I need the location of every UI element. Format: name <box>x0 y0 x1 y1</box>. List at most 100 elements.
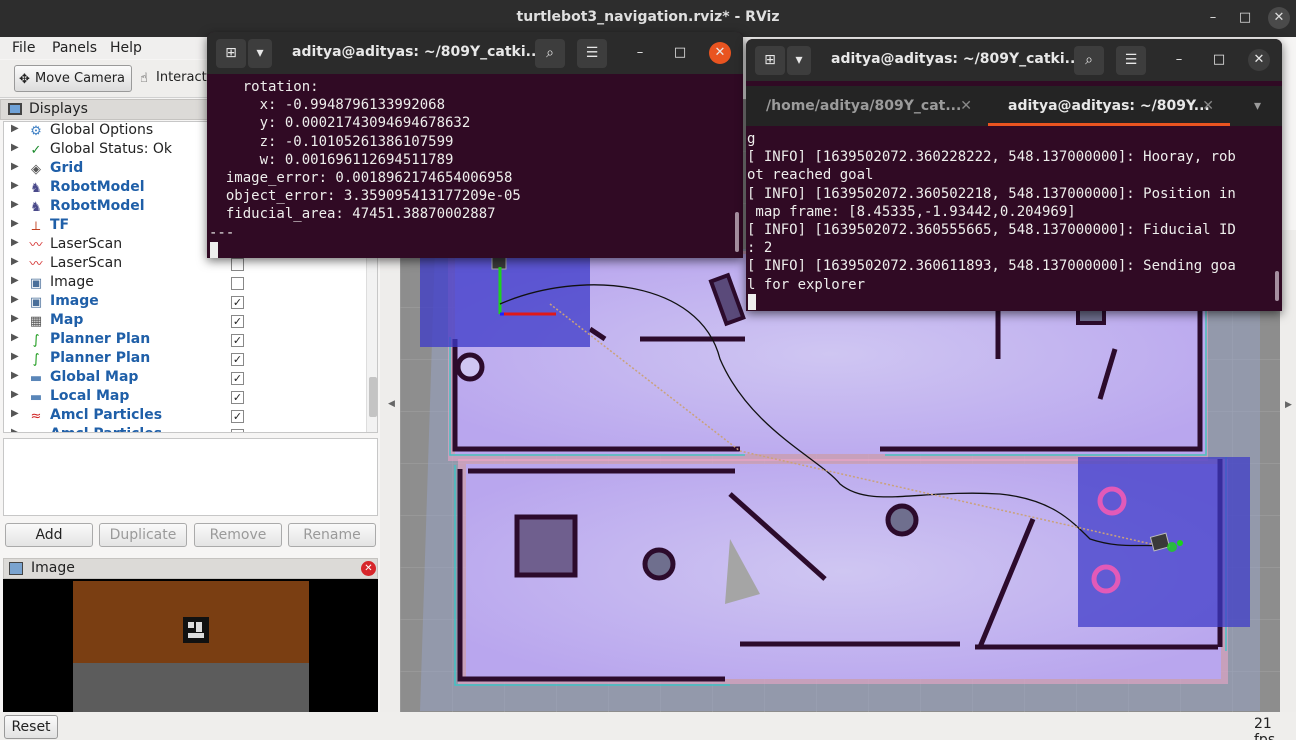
enable-checkbox[interactable]: ✓ <box>231 334 244 347</box>
enable-checkbox[interactable] <box>231 258 244 271</box>
expand-arrow-icon[interactable]: ▶ <box>11 408 19 419</box>
enable-checkbox[interactable]: ✓ <box>231 296 244 309</box>
terminal-window-2[interactable]: ⊞ ▾ aditya@adityas: ~/809Y_catki... ⌕ ☰ … <box>746 39 1282 311</box>
display-item-amcl-particles[interactable]: ▶ ≈ Amcl Particles ✓ <box>4 407 364 426</box>
terminal-1-scrollbar[interactable] <box>735 212 739 252</box>
expand-arrow-icon[interactable]: ▶ <box>11 199 19 210</box>
chevron-down-icon[interactable]: ▾ <box>248 39 272 68</box>
expand-arrow-icon[interactable]: ▶ <box>11 142 19 153</box>
collapse-right-icon[interactable]: ▶ <box>1285 400 1292 410</box>
expand-arrow-icon[interactable]: ▶ <box>11 275 19 286</box>
terminal-2-minimize-button[interactable]: – <box>1168 49 1190 71</box>
tab-aditya-809y[interactable]: aditya@adityas: ~/809Y... ✕ <box>988 86 1230 126</box>
menu-help[interactable]: Help <box>110 40 142 56</box>
enable-checkbox[interactable]: ✓ <box>231 372 244 385</box>
enable-checkbox[interactable]: ✓ <box>231 429 244 432</box>
expand-arrow-icon[interactable]: ▶ <box>11 370 19 381</box>
close-button[interactable]: ✕ <box>1268 7 1290 29</box>
expand-arrow-icon[interactable]: ▶ <box>11 332 19 343</box>
terminal-line: object_error: 3.359095413177209e-05 <box>209 188 521 205</box>
terminal-cursor <box>210 241 218 258</box>
display-item-label: RobotModel <box>50 179 145 195</box>
laser-icon: 〰 <box>29 257 43 272</box>
expand-arrow-icon[interactable]: ▶ <box>11 256 19 267</box>
expand-arrow-icon[interactable]: ▶ <box>11 218 19 229</box>
minimize-button[interactable]: – <box>1202 7 1224 29</box>
move-camera-button[interactable]: ✥ Move Camera <box>14 65 132 92</box>
display-item-image[interactable]: ▶ ▣ Image <box>4 274 364 293</box>
right-panel-splitter[interactable]: ▶ <box>1280 230 1296 712</box>
display-item-amcl-particles[interactable]: ▶ ≈ Amcl Particles ✓ <box>4 426 364 432</box>
display-item-label: Grid <box>50 160 84 176</box>
terminal-line: [ INFO] [1639502072.360611893, 548.13700… <box>747 258 1236 275</box>
close-tab-icon[interactable]: ✕ <box>1202 86 1214 126</box>
display-item-label: Global Map <box>50 369 139 385</box>
display-item-global-map[interactable]: ▶ ▬ Global Map ✓ <box>4 369 364 388</box>
image-icon <box>9 562 23 575</box>
add-button[interactable]: Add <box>5 523 93 547</box>
rename-button[interactable]: Rename <box>288 523 376 547</box>
terminal-1-minimize-button[interactable]: – <box>629 42 651 64</box>
terminal-line: image_error: 0.0018962174654006958 <box>209 170 513 187</box>
display-item-local-map[interactable]: ▶ ▬ Local Map ✓ <box>4 388 364 407</box>
search-icon[interactable]: ⌕ <box>535 39 565 68</box>
new-tab-icon[interactable]: ⊞ <box>216 39 246 68</box>
expand-arrow-icon[interactable]: ▶ <box>11 180 19 191</box>
enable-checkbox[interactable]: ✓ <box>231 391 244 404</box>
robot-icon: ♞ <box>30 181 42 196</box>
close-icon[interactable]: ✕ <box>361 561 376 576</box>
expand-arrow-icon[interactable]: ▶ <box>11 237 19 248</box>
display-item-label: Image <box>50 293 99 309</box>
reset-button[interactable]: Reset <box>4 715 58 739</box>
remove-button[interactable]: Remove <box>194 523 282 547</box>
collapse-left-icon[interactable]: ◀ <box>388 399 395 409</box>
terminal-2-scrollbar[interactable] <box>1275 271 1279 301</box>
display-item-planner-plan[interactable]: ▶ ∫ Planner Plan ✓ <box>4 331 364 350</box>
terminal-1-maximize-button[interactable]: □ <box>669 42 691 64</box>
maximize-button[interactable]: □ <box>1234 7 1256 29</box>
chevron-down-icon[interactable]: ▾ <box>787 46 811 75</box>
hamburger-menu-icon[interactable]: ☰ <box>577 39 607 68</box>
hamburger-menu-icon[interactable]: ☰ <box>1116 46 1146 75</box>
terminal-line: : 2 <box>747 240 773 257</box>
expand-arrow-icon[interactable]: ▶ <box>11 123 19 134</box>
scrollbar-thumb[interactable] <box>369 377 377 417</box>
display-item-map[interactable]: ▶ ▦ Map ✓ <box>4 312 364 331</box>
hand-pointer-icon: ☝ <box>140 71 148 86</box>
terminal-1-close-button[interactable]: ✕ <box>709 42 731 64</box>
enable-checkbox[interactable]: ✓ <box>231 353 244 366</box>
terminal-1-output[interactable]: rotation: x: -0.9948796133992068 y: 0.00… <box>209 78 743 258</box>
display-item-image[interactable]: ▶ ▣ Image ✓ <box>4 293 364 312</box>
menu-file[interactable]: File <box>12 40 35 56</box>
display-item-planner-plan[interactable]: ▶ ∫ Planner Plan ✓ <box>4 350 364 369</box>
tab-home-aditya[interactable]: /home/aditya/809Y_cat... ✕ <box>746 86 988 126</box>
close-tab-icon[interactable]: ✕ <box>960 86 972 126</box>
folder-icon: ▬ <box>29 390 43 405</box>
terminal-window-1[interactable]: ⊞ ▾ aditya@adityas: ~/809Y_catki... ⌕ ☰ … <box>207 32 743 258</box>
expand-arrow-icon[interactable]: ▶ <box>11 351 19 362</box>
interact-button[interactable]: ☝ Interact <box>136 65 207 92</box>
terminal-1-title: aditya@adityas: ~/809Y_catki... <box>292 44 542 60</box>
expand-arrow-icon[interactable]: ▶ <box>11 161 19 172</box>
menu-panels[interactable]: Panels <box>52 40 97 56</box>
terminal-2-headerbar[interactable]: ⊞ ▾ aditya@adityas: ~/809Y_catki... ⌕ ☰ … <box>746 39 1282 81</box>
search-icon[interactable]: ⌕ <box>1074 46 1104 75</box>
terminal-2-close-button[interactable]: ✕ <box>1248 49 1270 71</box>
move-camera-label: Move Camera <box>35 71 126 86</box>
expand-arrow-icon[interactable]: ▶ <box>11 427 19 432</box>
tabs-menu-icon[interactable]: ▾ <box>1244 86 1282 126</box>
display-item-label: LaserScan <box>50 255 123 271</box>
enable-checkbox[interactable]: ✓ <box>231 410 244 423</box>
enable-checkbox[interactable] <box>231 277 244 290</box>
terminal-2-output[interactable]: g [ INFO] [1639502072.360228222, 548.1370… <box>747 130 1282 310</box>
gear-icon: ⚙ <box>30 124 42 139</box>
terminal-2-tabbar: /home/aditya/809Y_cat... ✕ aditya@aditya… <box>746 86 1282 126</box>
expand-arrow-icon[interactable]: ▶ <box>11 389 19 400</box>
terminal-2-maximize-button[interactable]: □ <box>1208 49 1230 71</box>
terminal-1-headerbar[interactable]: ⊞ ▾ aditya@adityas: ~/809Y_catki... ⌕ ☰ … <box>207 32 743 74</box>
expand-arrow-icon[interactable]: ▶ <box>11 313 19 324</box>
duplicate-button[interactable]: Duplicate <box>99 523 187 547</box>
enable-checkbox[interactable]: ✓ <box>231 315 244 328</box>
expand-arrow-icon[interactable]: ▶ <box>11 294 19 305</box>
new-tab-icon[interactable]: ⊞ <box>755 46 785 75</box>
